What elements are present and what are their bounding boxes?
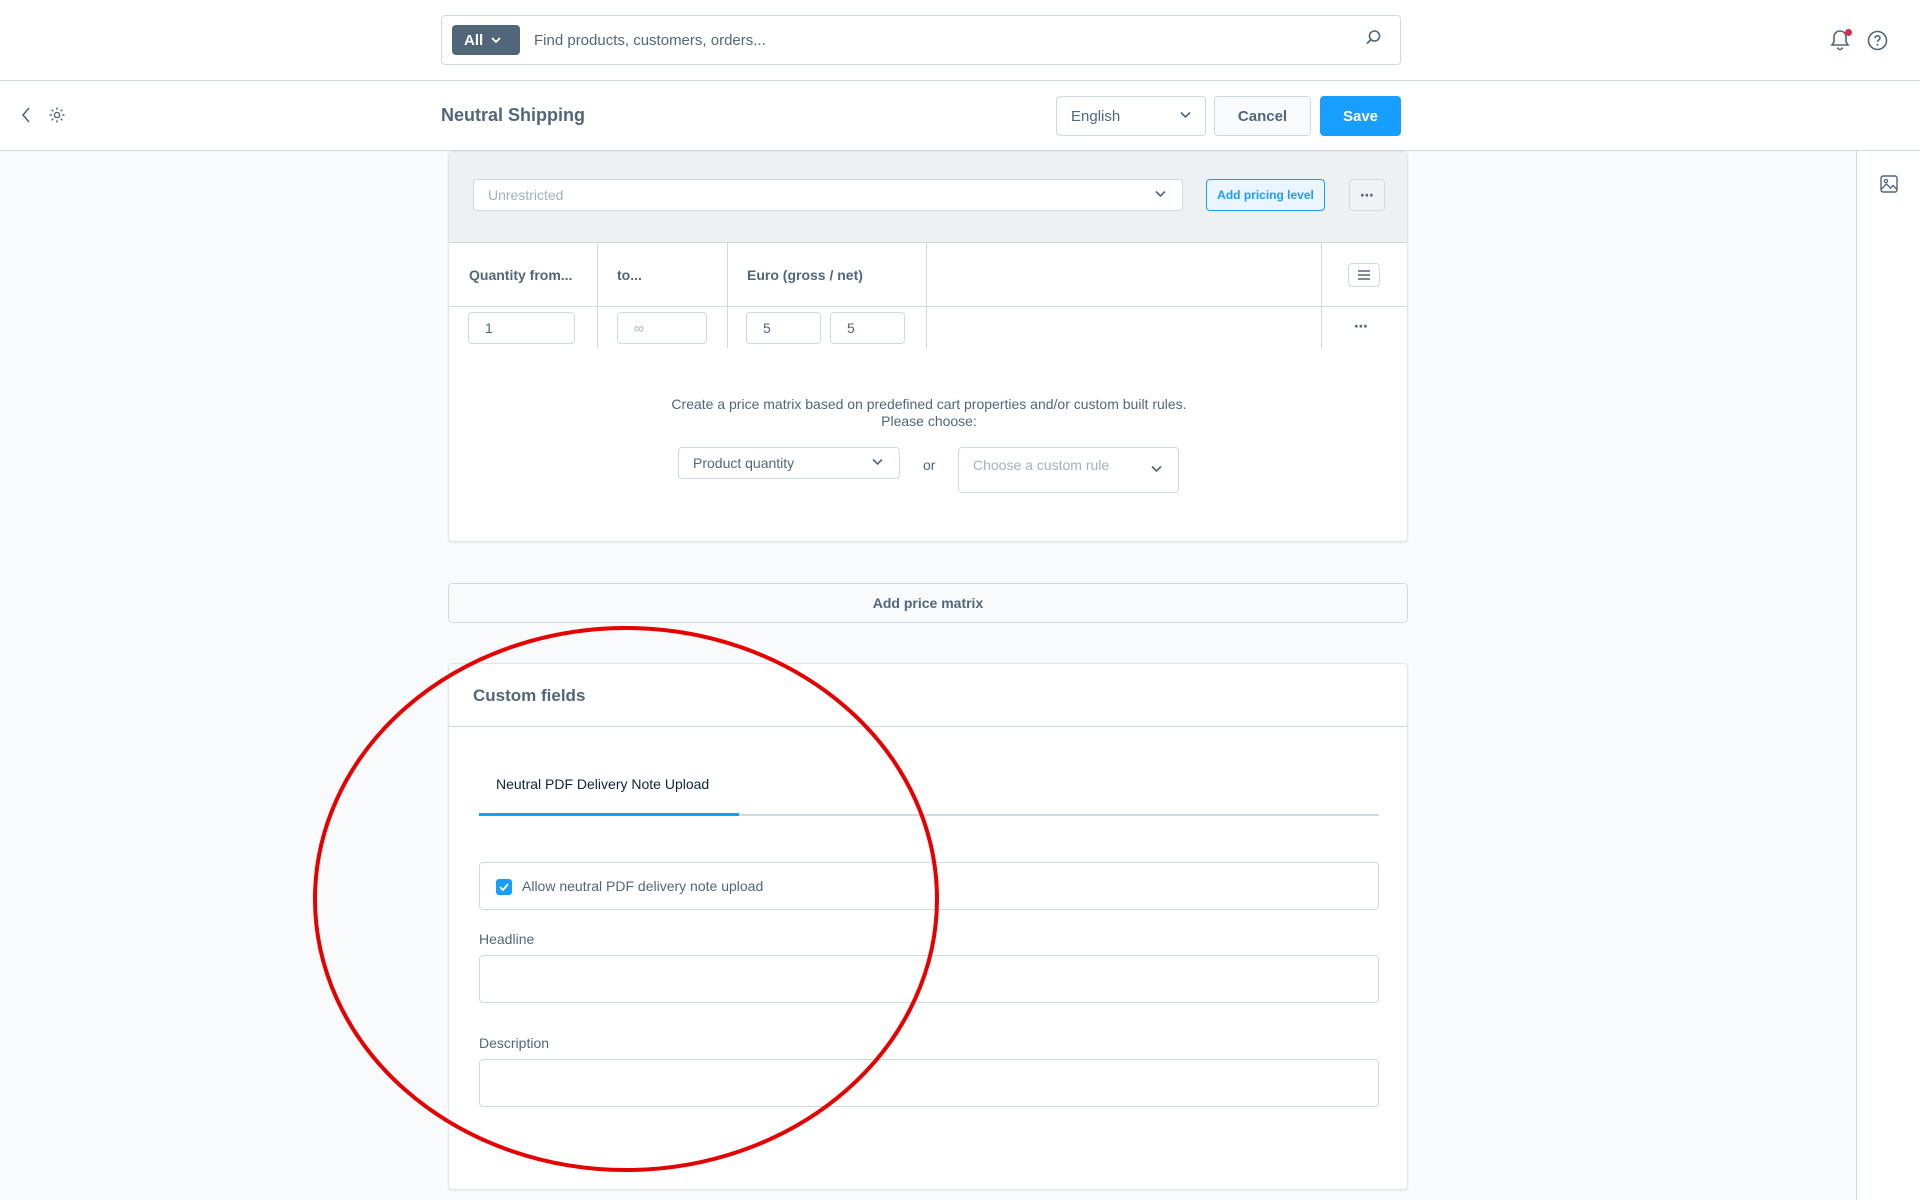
search-icon[interactable] (1365, 29, 1382, 46)
price-grid-header: Quantity from... to... Euro (gross / net… (449, 243, 1407, 307)
top-bar: All (0, 0, 1920, 81)
allow-upload-checkbox-label: Allow neutral PDF delivery note upload (522, 878, 764, 894)
chevron-down-icon (491, 36, 501, 43)
description-label: Description (479, 1035, 550, 1051)
search-scope-dropdown[interactable]: All (452, 25, 520, 55)
price-gross-input[interactable]: 5 (746, 312, 821, 344)
chevron-down-icon (1151, 465, 1162, 473)
availability-rule-value: Unrestricted (488, 187, 564, 203)
description-input[interactable] (479, 1059, 1379, 1107)
chevron-down-icon (1180, 111, 1191, 119)
cancel-button[interactable]: Cancel (1214, 96, 1311, 136)
allow-upload-checkbox-field: Allow neutral PDF delivery note upload (479, 862, 1379, 910)
price-matrix-card: Unrestricted Add pricing level ⋯ Quantit… (448, 151, 1408, 542)
headline-label: Headline (479, 931, 535, 947)
allow-upload-checkbox[interactable] (496, 879, 512, 895)
column-divider (926, 243, 927, 348)
row-more-button[interactable]: ⋯ (1354, 318, 1368, 335)
column-settings-button[interactable] (1348, 263, 1380, 287)
settings-icon[interactable] (48, 106, 66, 124)
chevron-down-icon (1155, 190, 1166, 198)
global-search: All (441, 15, 1401, 65)
notification-dot (1845, 29, 1852, 36)
custom-fields-title: Custom fields (473, 686, 586, 705)
price-net-input[interactable]: 5 (830, 312, 905, 344)
column-header-price: Euro (gross / net) (747, 267, 863, 283)
language-select[interactable]: English (1056, 96, 1206, 136)
add-price-matrix-button[interactable]: Add price matrix (448, 583, 1408, 623)
image-icon[interactable] (1880, 175, 1898, 193)
custom-fields-card: Custom fields Neutral PDF Delivery Note … (448, 663, 1408, 1190)
quantity-to-input[interactable]: ∞ (617, 312, 707, 344)
column-header-quantity-from: Quantity from... (469, 267, 573, 283)
column-divider (597, 243, 598, 348)
list-icon (1358, 270, 1370, 280)
tab-active-indicator (479, 813, 739, 816)
tab-neutral-pdf-delivery-note-upload[interactable]: Neutral PDF Delivery Note Upload (496, 776, 709, 792)
save-button[interactable]: Save (1320, 96, 1401, 136)
search-scope-label: All (464, 31, 484, 49)
add-pricing-level-button[interactable]: Add pricing level (1206, 179, 1325, 211)
divider (449, 726, 1407, 727)
cart-property-value: Product quantity (693, 455, 795, 471)
chevron-down-icon (872, 458, 883, 466)
custom-rule-select[interactable]: Choose a custom rule (958, 447, 1179, 493)
availability-rule-select[interactable]: Unrestricted (473, 179, 1183, 211)
page-title: Neutral Shipping (441, 105, 585, 125)
or-label: or (923, 457, 936, 473)
right-sidebar (1856, 151, 1920, 1200)
price-matrix-hint: Create a price matrix based on predefine… (671, 396, 1187, 429)
column-divider (727, 243, 728, 348)
back-icon[interactable] (20, 105, 32, 125)
quantity-from-input[interactable]: 1 (468, 312, 575, 344)
headline-input[interactable] (479, 955, 1379, 1003)
help-icon[interactable] (1867, 30, 1888, 51)
cart-property-select[interactable]: Product quantity (678, 447, 900, 479)
matrix-more-button[interactable]: ⋯ (1349, 179, 1385, 211)
search-input[interactable] (534, 22, 1354, 58)
check-icon (499, 883, 509, 891)
price-matrix-header: Unrestricted Add pricing level ⋯ (449, 152, 1407, 243)
page-header: Neutral Shipping English Cancel Save (0, 81, 1920, 151)
custom-rule-placeholder: Choose a custom rule (973, 457, 1110, 473)
language-select-value: English (1071, 107, 1121, 125)
column-header-quantity-to: to... (617, 267, 642, 283)
column-divider (1321, 243, 1322, 348)
